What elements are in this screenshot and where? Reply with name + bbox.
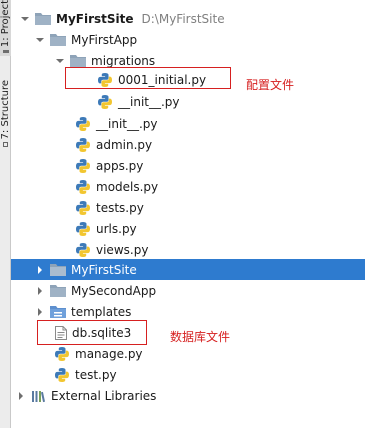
chevron-right-icon[interactable] — [15, 390, 27, 402]
project-tree: MyFirstSite D:\MyFirstSite MyFirstApp mi… — [11, 0, 365, 428]
test-label: test.py — [75, 367, 117, 382]
tree-item-urls[interactable]: urls.py — [11, 218, 365, 239]
libraries-icon — [31, 389, 46, 403]
mysecondapp-label: MySecondApp — [71, 283, 157, 298]
database-file-highlight — [37, 320, 147, 345]
chevron-right-icon[interactable] — [34, 306, 46, 318]
tree-item-test[interactable]: test.py — [11, 364, 365, 385]
python-file-icon — [55, 367, 69, 382]
project-tab-icon — [2, 50, 9, 54]
myfirstsite-package-label: MyFirstSite — [71, 262, 137, 277]
folder-icon — [35, 12, 51, 25]
folder-icon — [50, 284, 66, 297]
chevron-down-icon[interactable] — [54, 55, 66, 67]
chevron-down-icon[interactable] — [34, 34, 46, 46]
config-file-highlight — [65, 67, 231, 89]
tree-item-apps[interactable]: apps.py — [11, 155, 365, 176]
tree-item-myfirstapp[interactable]: MyFirstApp — [11, 29, 365, 50]
views-label: views.py — [96, 242, 149, 257]
urls-label: urls.py — [96, 221, 137, 236]
structure-tool-tab[interactable]: 7: Structure — [0, 80, 11, 154]
tree-item-app-init[interactable]: __init__.py — [11, 113, 365, 134]
python-file-icon — [76, 242, 90, 257]
python-file-icon — [76, 158, 90, 173]
python-file-icon — [55, 346, 69, 361]
root-path: D:\MyFirstSite — [141, 11, 225, 26]
tree-item-mysecondapp[interactable]: MySecondApp — [11, 280, 365, 301]
tree-item-models[interactable]: models.py — [11, 176, 365, 197]
models-label: models.py — [96, 179, 159, 194]
tree-item-myfirstsite-package[interactable]: MyFirstSite — [11, 259, 365, 280]
tree-item-external-libraries[interactable]: External Libraries — [11, 385, 365, 406]
project-tab-label: 1: Project — [0, 0, 11, 48]
tool-window-strip: 1: Project 7: Structure — [0, 0, 11, 428]
python-file-icon — [76, 137, 90, 152]
tree-item-views[interactable]: views.py — [11, 239, 365, 260]
python-file-icon — [98, 94, 112, 109]
tree-item-templates[interactable]: templates — [11, 301, 365, 322]
chevron-right-icon[interactable] — [34, 285, 46, 297]
database-file-note: 数据库文件 — [170, 330, 231, 344]
structure-tab-icon — [3, 142, 8, 148]
admin-label: admin.py — [96, 137, 153, 152]
external-libraries-label: External Libraries — [51, 388, 157, 403]
python-file-icon — [76, 221, 90, 236]
migrations-label: migrations — [91, 53, 156, 68]
migrations-init-label: __init__.py — [118, 94, 180, 109]
tests-label: tests.py — [96, 200, 144, 215]
chevron-down-icon[interactable] — [19, 13, 31, 25]
config-file-note: 配置文件 — [246, 78, 295, 92]
python-file-icon — [76, 200, 90, 215]
folder-icon — [50, 33, 66, 46]
tree-item-admin[interactable]: admin.py — [11, 134, 365, 155]
structure-tab-label: 7: Structure — [0, 80, 11, 140]
tree-item-manage[interactable]: manage.py — [11, 343, 365, 364]
templates-folder-icon — [50, 305, 66, 318]
app-init-label: __init__.py — [96, 116, 158, 131]
templates-label: templates — [71, 304, 132, 319]
tree-item-root[interactable]: MyFirstSite D:\MyFirstSite — [11, 8, 365, 29]
myfirstapp-label: MyFirstApp — [71, 32, 138, 47]
tree-item-migrations-init[interactable]: __init__.py — [11, 91, 365, 112]
root-label: MyFirstSite — [56, 11, 134, 26]
folder-icon — [70, 54, 86, 67]
folder-icon — [50, 263, 66, 276]
manage-label: manage.py — [75, 346, 143, 361]
project-tool-tab[interactable]: 1: Project — [0, 0, 11, 56]
apps-label: apps.py — [96, 158, 144, 173]
python-file-icon — [76, 116, 90, 131]
chevron-right-icon[interactable] — [34, 264, 46, 276]
tree-item-tests[interactable]: tests.py — [11, 197, 365, 218]
python-file-icon — [76, 179, 90, 194]
